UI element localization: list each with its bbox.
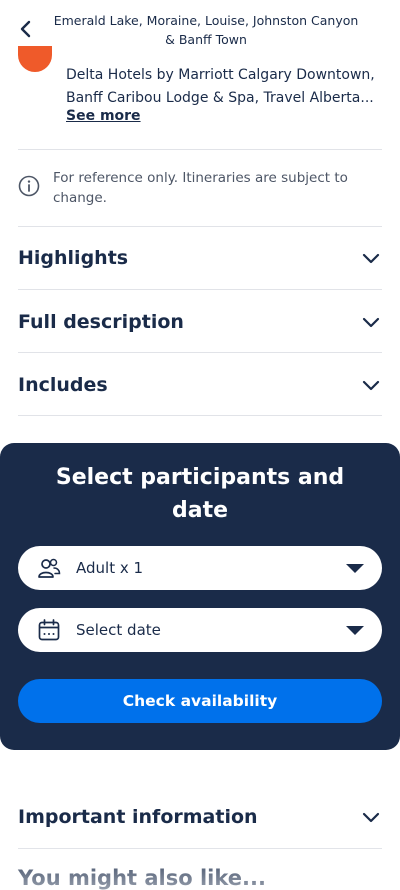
chevron-left-icon [20,20,31,38]
reference-note-text: For reference only. Itineraries are subj… [53,170,348,206]
booking-panel: Select participants and date Adult x 1 S… [0,443,400,750]
accordion-full-description[interactable]: Full description [18,290,382,353]
accordion-highlights[interactable]: Highlights [18,226,382,289]
page-title: Emerald Lake, Moraine, Louise, Johnston … [53,13,359,47]
caret-down-icon [346,563,364,573]
participants-value: Adult x 1 [76,559,144,577]
divider [18,149,382,150]
date-value: Select date [76,621,161,639]
chevron-down-icon [360,374,382,396]
section-title-recommendations: You might also like... [18,866,266,890]
divider [18,848,382,849]
calendar-icon [36,617,62,643]
pickup-marker [18,46,52,72]
divider [18,415,382,416]
chevron-down-icon [360,806,382,828]
accordion-important-information[interactable]: Important information [18,785,382,848]
reference-note: For reference only. Itineraries are subj… [18,168,382,208]
caret-down-icon [346,625,364,635]
info-icon [18,175,40,197]
back-button[interactable] [14,18,36,40]
check-availability-button[interactable]: Check availability [18,679,382,723]
chevron-down-icon [360,311,382,333]
accordion-title: Includes [18,373,108,396]
date-select[interactable]: Select date [18,608,382,652]
participants-select[interactable]: Adult x 1 [18,546,382,590]
participants-icon [36,555,62,581]
booking-title: Select participants and date [55,465,345,523]
accordion-title: Highlights [18,246,129,269]
accordion-title: Important information [18,805,258,828]
accordion-title: Full description [18,310,184,333]
chevron-down-icon [360,247,382,269]
accordion-includes[interactable]: Includes [18,353,382,416]
pickup-hotels-text: Delta Hotels by Marriott Calgary Downtow… [66,67,375,106]
see-more-link[interactable]: See more [66,108,141,124]
header-bar: Emerald Lake, Moraine, Louise, Johnston … [0,0,400,60]
